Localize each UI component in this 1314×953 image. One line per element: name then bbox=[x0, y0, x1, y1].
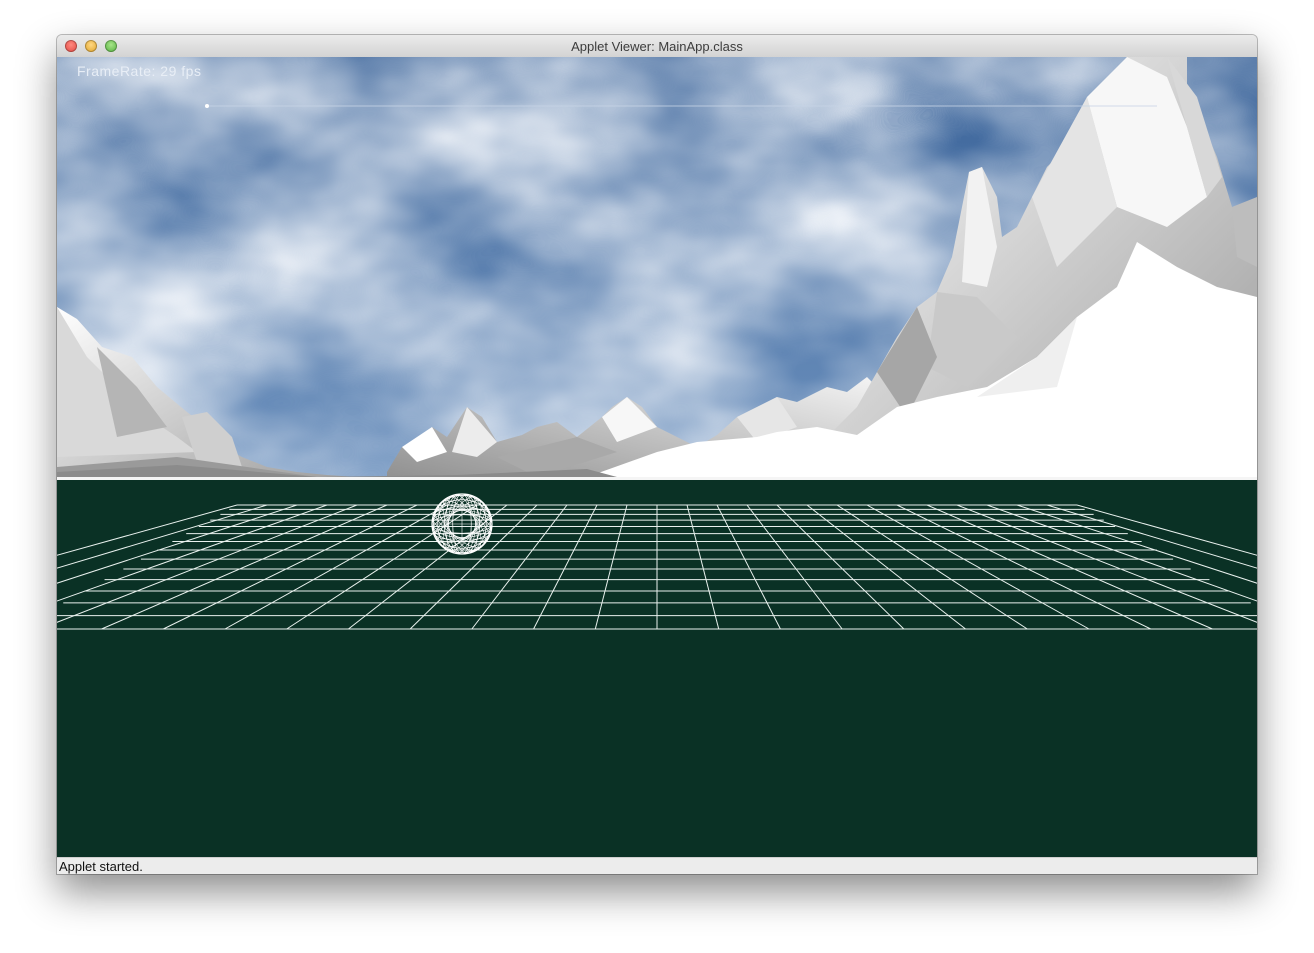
status-text: Applet started. bbox=[59, 859, 143, 874]
framerate-readout: FrameRate: 29 fps bbox=[77, 63, 202, 79]
applet-canvas[interactable]: FrameRate: 29 fps bbox=[57, 57, 1257, 857]
horizon-line bbox=[57, 477, 1257, 480]
status-bar: Applet started. bbox=[57, 857, 1257, 874]
title-bar[interactable]: Applet Viewer: MainApp.class bbox=[57, 35, 1257, 58]
scene-svg bbox=[57, 57, 1257, 857]
applet-window: Applet Viewer: MainApp.class FrameRate: … bbox=[57, 35, 1257, 874]
progress-dot bbox=[205, 104, 209, 108]
window-title: Applet Viewer: MainApp.class bbox=[571, 39, 743, 54]
